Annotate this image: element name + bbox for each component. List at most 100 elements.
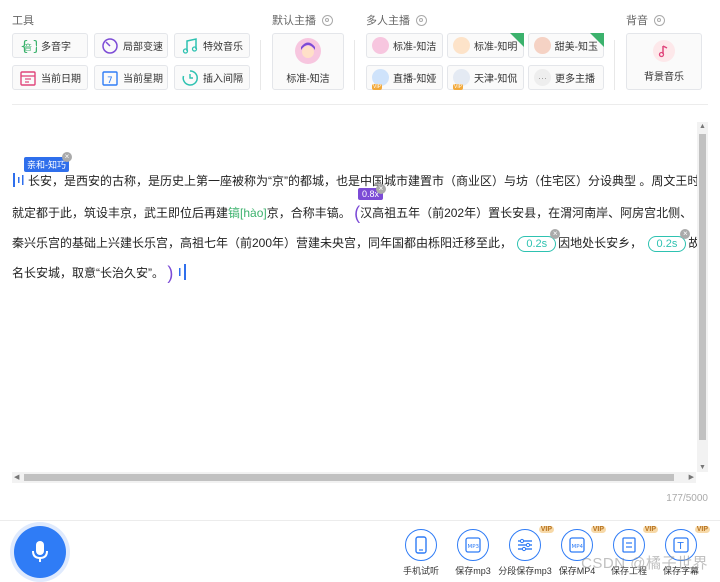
tool-label: 多音字 xyxy=(41,42,71,53)
default-anchor-label: 标准-知洁 xyxy=(286,74,330,85)
microphone-icon xyxy=(32,541,48,562)
gear-icon[interactable] xyxy=(654,14,665,26)
phone-icon xyxy=(405,529,437,561)
speaker-zhikan[interactable]: 天津-知侃 VIP xyxy=(447,65,524,90)
pause-marker[interactable]: 0.2s × xyxy=(515,229,561,252)
new-badge xyxy=(590,33,604,47)
tool-date[interactable]: 当前日期 xyxy=(12,65,88,90)
split-icon: VIP xyxy=(509,526,554,561)
svg-text:}: } xyxy=(32,39,37,55)
action-save-mp3[interactable]: MP3 保存mp3 xyxy=(447,529,499,577)
multi-anchor-title: 多人主播 xyxy=(366,12,427,28)
text-segment: 长安，是西安的古称，是历史上第一座被称为“京”的都城，也是中国城市建置市（商业区… xyxy=(28,174,700,188)
speaker-label: 天津-知侃 xyxy=(474,74,518,85)
tool-label: 局部变速 xyxy=(123,42,163,53)
close-icon[interactable]: × xyxy=(62,152,72,162)
vip-badge: VIP xyxy=(694,526,710,533)
speaker-zhiyu[interactable]: 甜美-知玉 xyxy=(528,33,604,58)
tool-music[interactable]: 特效音乐 xyxy=(174,33,250,58)
scroll-up-arrow[interactable]: ▲ xyxy=(699,123,706,130)
divider xyxy=(614,40,615,90)
vertical-scrollbar[interactable]: ▲ ▼ xyxy=(697,122,708,472)
music-note-icon xyxy=(653,40,675,62)
footer-divider xyxy=(0,520,720,521)
svg-text:MP4: MP4 xyxy=(572,544,584,550)
default-anchor-title: 默认主播 xyxy=(272,12,333,28)
mp3-icon: MP3 xyxy=(457,529,489,561)
char-counter: 177/5000 xyxy=(666,493,708,504)
avatar xyxy=(534,37,551,54)
text-segment: 京，合称丰镐。 xyxy=(266,206,351,220)
text-segment: 就定都于此，筑设丰京，武王即位后再建 xyxy=(12,206,229,220)
avatar xyxy=(453,37,470,54)
tool-label: 当前日期 xyxy=(41,74,81,85)
text-segment: 汉高祖五年（前202年）置长安县，在渭河南岸、阿房宫北侧、 xyxy=(360,206,693,220)
bgm-label: 背景音乐 xyxy=(644,72,684,83)
scroll-thumb[interactable] xyxy=(24,474,674,481)
tool-speed[interactable]: 局部变速 xyxy=(94,33,168,58)
date-icon xyxy=(19,69,37,87)
voice-marker-icon xyxy=(177,264,191,283)
bgm-title: 背音 xyxy=(626,12,665,28)
pause-label: 0.2s xyxy=(517,236,557,252)
tool-label: 插入间隔 xyxy=(203,74,243,85)
horizontal-scrollbar[interactable]: ◀ ▶ xyxy=(12,472,696,483)
speaker-label: 更多主播 xyxy=(555,74,595,85)
gear-icon[interactable] xyxy=(416,14,427,26)
more-speakers-button[interactable]: ··· 更多主播 xyxy=(528,65,604,90)
week-icon: 7 xyxy=(101,69,119,87)
interval-icon xyxy=(181,69,199,87)
avatar xyxy=(295,38,321,64)
avatar xyxy=(372,37,389,54)
svg-text:音: 音 xyxy=(24,42,32,52)
record-button[interactable] xyxy=(14,526,66,578)
voice-marker-icon xyxy=(12,173,28,190)
divider xyxy=(260,40,261,90)
svg-text:7: 7 xyxy=(107,76,113,86)
action-label: 保存mp3 xyxy=(455,566,491,576)
vip-tag: VIP xyxy=(453,84,464,90)
scroll-thumb[interactable] xyxy=(699,134,706,440)
tools-title: 工具 xyxy=(12,15,34,27)
scroll-left-arrow[interactable]: ◀ xyxy=(14,473,19,481)
action-label: 分段保存mp3 xyxy=(498,566,552,576)
svg-text:MP3: MP3 xyxy=(468,544,480,550)
tool-label: 当前星期 xyxy=(123,74,163,85)
pause-label: 0.2s xyxy=(647,236,687,252)
speaker-zhiya[interactable]: 直播-知娅 VIP xyxy=(366,65,443,90)
text-segment: 名长安城，取意“长治久安”。 xyxy=(12,266,164,280)
new-badge xyxy=(510,33,524,47)
scroll-right-arrow[interactable]: ▶ xyxy=(689,473,694,481)
vip-tag: VIP xyxy=(372,84,383,90)
speaker-zhiming[interactable]: 标准-知明 xyxy=(447,33,524,58)
pause-marker[interactable]: 0.2s × xyxy=(646,229,691,252)
divider xyxy=(354,40,355,90)
action-split-save[interactable]: VIP 分段保存mp3 xyxy=(498,526,554,577)
text-line: 名长安城，取意“长治久安”。 ) xyxy=(12,264,191,283)
action-label: 手机试听 xyxy=(402,566,439,576)
music-icon xyxy=(181,37,199,55)
text-line: 长安，是西安的古称，是历史上第一座被称为“京”的都城，也是中国城市建置市（商业区… xyxy=(12,172,699,190)
speed-icon xyxy=(101,37,119,55)
text-line: 秦兴乐宫的基础上兴建长乐宫，高祖七年（前200年）营建未央宫，同年国都由栎阳迁移… xyxy=(12,229,700,252)
text-line: 就定都于此，筑设丰京，武王即位后再建镐[hào]京，合称丰镐。 (汉高祖五年（前… xyxy=(12,204,693,222)
default-anchor-card[interactable]: 标准-知洁 xyxy=(272,33,344,90)
tool-interval[interactable]: 插入间隔 xyxy=(174,65,250,90)
svg-text:T: T xyxy=(677,541,685,552)
tool-week[interactable]: 7 当前星期 xyxy=(94,65,168,90)
action-phone-preview[interactable]: 手机试听 xyxy=(395,529,447,577)
gear-icon[interactable] xyxy=(322,14,333,26)
bgm-card[interactable]: 背景音乐 xyxy=(626,33,702,90)
more-icon: ··· xyxy=(534,69,551,86)
tool-label: 特效音乐 xyxy=(203,42,243,53)
scroll-down-arrow[interactable]: ▼ xyxy=(699,464,706,471)
speaker-zhijie[interactable]: 标准-知洁 xyxy=(366,33,443,58)
speaker-label: 直播-知娅 xyxy=(393,74,437,85)
text-segment: 因地处长安乡， xyxy=(558,236,643,250)
text-editor[interactable]: 亲和-知巧 × 长安，是西安的古称，是历史上第一座被称为“京”的都城，也是中国城… xyxy=(12,128,700,468)
speed-bracket-close: ) xyxy=(167,263,174,283)
tool-polyphone[interactable]: {音} 多音字 xyxy=(12,33,88,58)
text-segment: 秦兴乐宫的基础上兴建长乐宫，高祖七年（前200年）营建未央宫，同年国都由栎阳迁移… xyxy=(12,236,513,250)
close-icon[interactable]: × xyxy=(376,184,386,194)
polyphone-mark[interactable]: 镐[hào] xyxy=(228,206,267,220)
